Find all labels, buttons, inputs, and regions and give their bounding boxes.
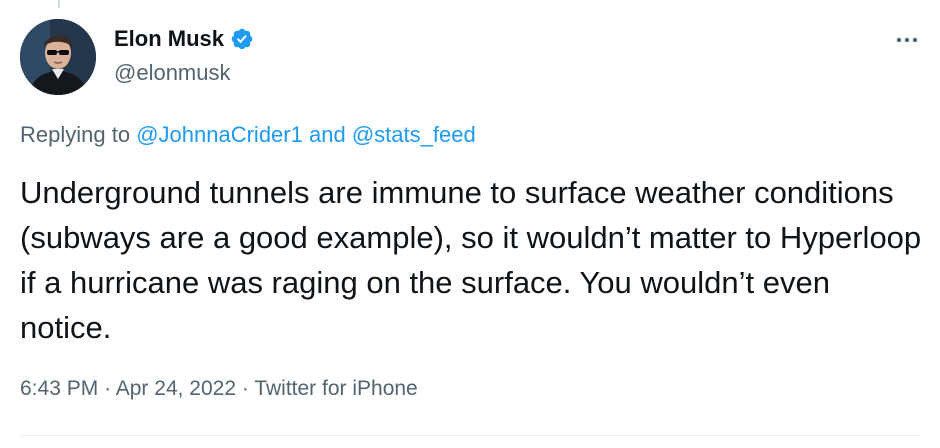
- replying-to-line: Replying to @JohnnaCrider1 and @stats_fe…: [20, 120, 476, 150]
- verified-badge-icon: [230, 27, 254, 51]
- author-name-row[interactable]: Elon Musk: [114, 24, 254, 54]
- tweet-timestamp-time[interactable]: 6:43 PM: [20, 377, 98, 400]
- tweet-metadata: 6:43 PM · Apr 24, 2022 · Twitter for iPh…: [20, 374, 418, 404]
- author-display-name[interactable]: Elon Musk: [114, 24, 224, 54]
- replying-conjunction[interactable]: and: [309, 122, 346, 147]
- more-horizontal-icon: [896, 37, 918, 43]
- tweet-source-link[interactable]: Twitter for iPhone: [254, 377, 417, 400]
- meta-separator: ·: [104, 377, 112, 400]
- mention-link-stats-feed[interactable]: @stats_feed: [352, 122, 476, 147]
- author-handle[interactable]: @elonmusk: [114, 58, 231, 88]
- divider: [20, 435, 922, 436]
- more-options-button[interactable]: [890, 26, 924, 54]
- avatar-image: [20, 19, 96, 95]
- meta-separator: ·: [241, 377, 249, 400]
- replying-prefix: Replying to: [20, 122, 131, 147]
- avatar[interactable]: [20, 19, 96, 95]
- mention-link-johnnacrider1[interactable]: @JohnnaCrider1: [136, 122, 303, 147]
- tweet-text: Underground tunnels are immune to surfac…: [20, 175, 922, 345]
- thread-connector-line: [58, 0, 60, 8]
- tweet-timestamp-date[interactable]: Apr 24, 2022: [116, 377, 236, 400]
